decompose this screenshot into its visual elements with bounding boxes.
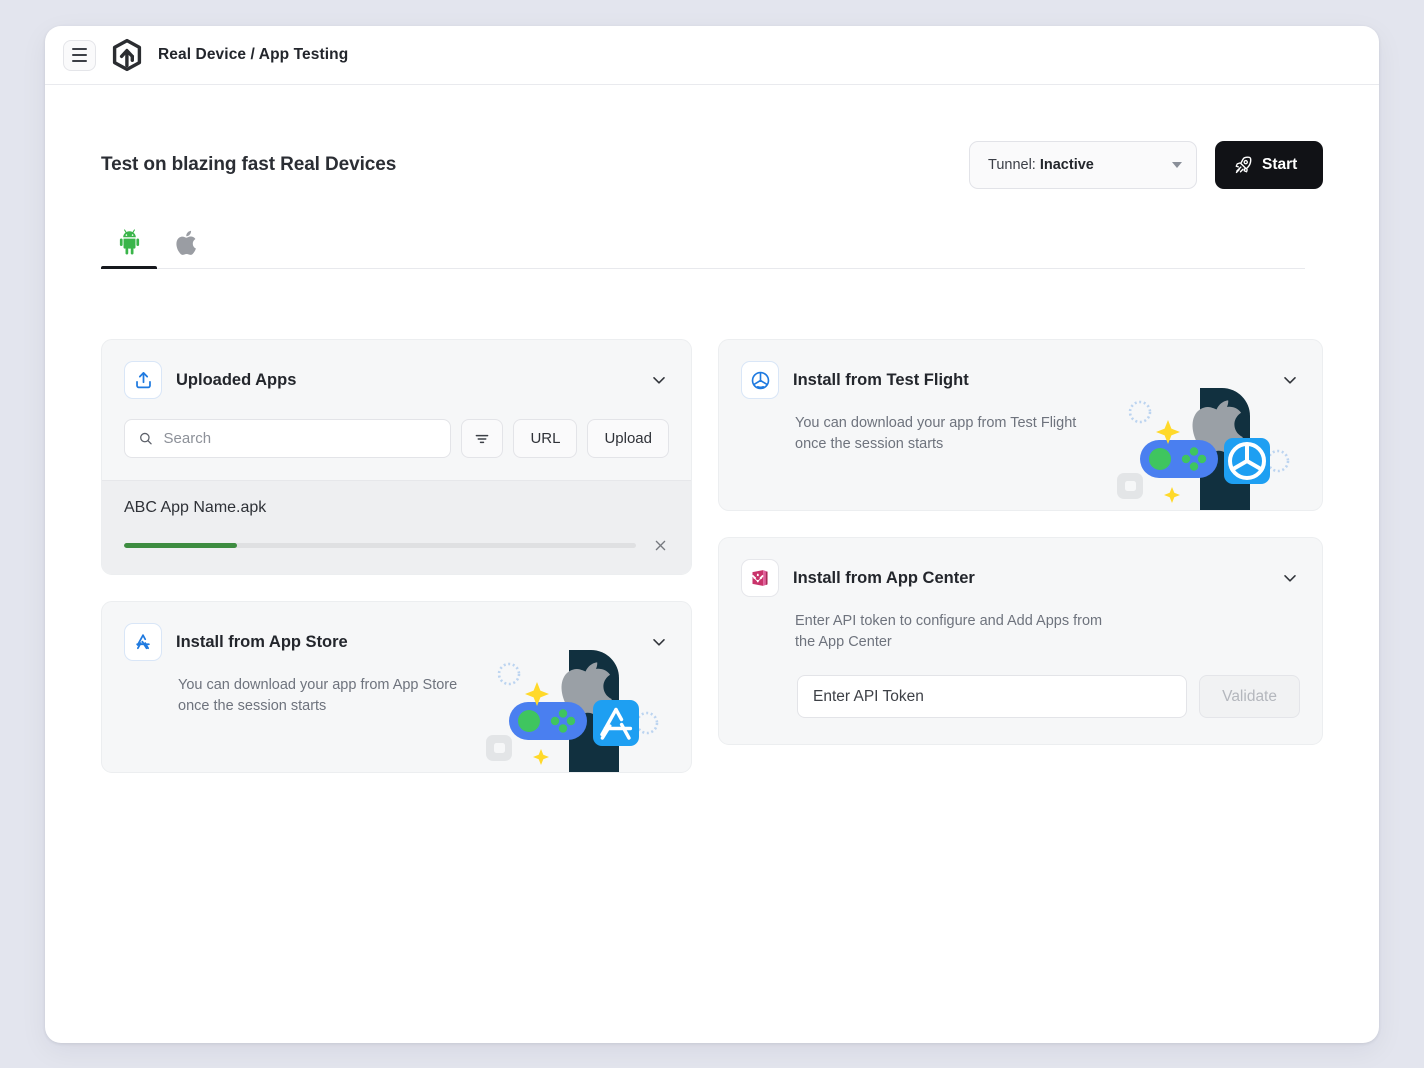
card-description: You can download your app from App Store… xyxy=(178,675,488,717)
brand-logo-icon xyxy=(110,38,144,72)
start-button-label: Start xyxy=(1262,156,1297,174)
rocket-icon xyxy=(1233,155,1253,175)
app-store-illustration xyxy=(481,650,679,772)
chevron-down-icon[interactable] xyxy=(649,370,669,390)
card-description: You can download your app from Test Flig… xyxy=(795,413,1105,455)
cards-grid: Uploaded Apps xyxy=(101,339,1323,773)
card-title: Install from App Store xyxy=(176,633,635,652)
test-flight-illustration xyxy=(1112,388,1310,510)
search-input[interactable] xyxy=(164,430,438,447)
upload-icon xyxy=(133,370,154,391)
card-description: Enter API token to configure and Add App… xyxy=(795,611,1105,653)
chevron-down-icon[interactable] xyxy=(649,632,669,652)
cancel-upload-button[interactable] xyxy=(652,537,669,554)
filter-button[interactable] xyxy=(461,419,503,458)
test-flight-icon-wrap xyxy=(741,361,779,399)
card-test-flight: Install from Test Flight You can downloa… xyxy=(718,339,1323,511)
url-button[interactable]: URL xyxy=(513,419,577,458)
search-toolbar: URL Upload xyxy=(102,399,691,480)
progress-track xyxy=(124,543,636,548)
card-app-store: Install from App Store You can download … xyxy=(101,601,692,773)
tunnel-dropdown[interactable]: Tunnel: Inactive xyxy=(969,141,1197,189)
hamburger-icon[interactable] xyxy=(63,40,96,71)
search-icon xyxy=(138,430,154,447)
breadcrumb: Real Device / App Testing xyxy=(158,46,348,64)
tab-ios[interactable] xyxy=(157,216,213,268)
page-content: Test on blazing fast Real Devices Tunnel… xyxy=(45,85,1379,773)
upload-progress-row xyxy=(124,537,669,554)
close-icon xyxy=(652,537,669,554)
card-uploaded-apps: Uploaded Apps xyxy=(101,339,692,575)
app-center-icon xyxy=(749,567,771,589)
filter-icon xyxy=(473,430,491,448)
app-window: Real Device / App Testing Test on blazin… xyxy=(45,26,1379,1043)
card-title: Install from App Center xyxy=(793,569,1266,588)
chevron-down-icon xyxy=(1172,162,1182,168)
test-flight-icon xyxy=(749,369,772,392)
tab-android[interactable] xyxy=(101,216,157,268)
card-title: Uploaded Apps xyxy=(176,371,635,390)
android-icon xyxy=(115,228,144,257)
upload-button[interactable]: Upload xyxy=(587,419,669,458)
progress-fill xyxy=(124,543,237,548)
tunnel-value: Inactive xyxy=(1040,157,1094,173)
api-token-input[interactable] xyxy=(797,675,1187,718)
chevron-down-icon[interactable] xyxy=(1280,568,1300,588)
top-bar: Real Device / App Testing xyxy=(45,26,1379,85)
header-actions: Tunnel: Inactive Start xyxy=(969,141,1323,189)
card-title: Install from Test Flight xyxy=(793,371,1266,390)
app-store-icon xyxy=(132,631,154,653)
upload-icon-wrap xyxy=(124,361,162,399)
app-center-icon-wrap xyxy=(741,559,779,597)
upload-file-name: ABC App Name.apk xyxy=(124,499,669,517)
apple-icon xyxy=(173,228,198,257)
validate-button[interactable]: Validate xyxy=(1199,675,1300,718)
platform-tabs xyxy=(101,216,1305,269)
card-header: Install from App Center xyxy=(719,538,1322,597)
chevron-down-icon[interactable] xyxy=(1280,370,1300,390)
left-column: Uploaded Apps xyxy=(101,339,692,773)
page-title: Test on blazing fast Real Devices xyxy=(101,154,396,176)
tunnel-label: Tunnel: Inactive xyxy=(988,157,1172,173)
app-store-icon-wrap xyxy=(124,623,162,661)
page-header: Test on blazing fast Real Devices Tunnel… xyxy=(101,141,1323,189)
tunnel-prefix: Tunnel: xyxy=(988,157,1040,173)
card-header: Uploaded Apps xyxy=(102,340,691,399)
api-token-row: Validate xyxy=(719,653,1322,744)
upload-item: ABC App Name.apk xyxy=(102,480,691,574)
card-app-center: Install from App Center Enter API token … xyxy=(718,537,1323,745)
right-column: Install from Test Flight You can downloa… xyxy=(718,339,1323,773)
start-button[interactable]: Start xyxy=(1215,141,1323,189)
search-box[interactable] xyxy=(124,419,451,458)
